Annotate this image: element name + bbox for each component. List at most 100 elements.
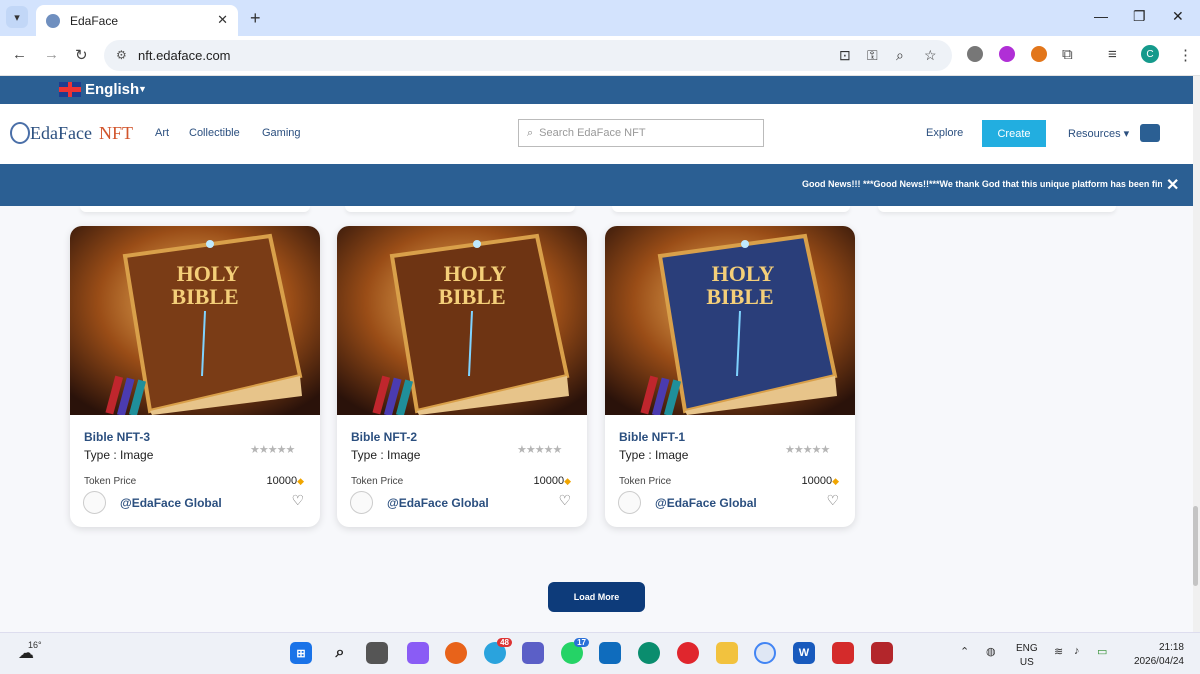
search-placeholder: Search EdaFace NFT bbox=[539, 127, 646, 139]
explore-link[interactable]: Explore bbox=[926, 127, 963, 139]
price-amount: 10000 bbox=[801, 475, 833, 487]
rating-stars[interactable]: ★★★★★ bbox=[517, 443, 562, 456]
brand-name[interactable]: EdaFace bbox=[30, 123, 92, 144]
site-header: EdaFace NFT Art Collectible Gaming ⌕ Sea… bbox=[0, 104, 1193, 164]
extensions-puzzle-icon[interactable]: ⧉ bbox=[1062, 46, 1073, 63]
create-button[interactable]: Create bbox=[982, 120, 1046, 147]
nft-image[interactable]: HOLY BIBLE bbox=[70, 226, 320, 415]
chrome-icon[interactable] bbox=[754, 642, 776, 664]
owner-avatar[interactable] bbox=[618, 491, 641, 514]
token-price-value: 10000◆ bbox=[801, 475, 839, 487]
battery-icon[interactable]: ▭ bbox=[1097, 645, 1107, 658]
nav-gaming[interactable]: Gaming bbox=[262, 127, 301, 139]
minimize-icon[interactable]: — bbox=[1094, 8, 1108, 24]
close-window-icon[interactable]: ✕ bbox=[1172, 8, 1184, 25]
browser-menu-icon[interactable]: ⋮ bbox=[1178, 46, 1193, 64]
word-icon[interactable]: W bbox=[793, 642, 815, 664]
clock-date: 2026/04/24 bbox=[1133, 656, 1184, 667]
heart-icon[interactable]: ♡ bbox=[291, 492, 304, 509]
restore-icon[interactable]: ❐ bbox=[1133, 8, 1146, 25]
rating-stars[interactable]: ★★★★★ bbox=[785, 443, 830, 456]
heart-icon[interactable]: ♡ bbox=[558, 492, 571, 509]
nft-card[interactable]: HOLY BIBLE Bible NFT-2 Type : Image ★★★★… bbox=[337, 226, 587, 527]
image-title-line1: HOLY bbox=[712, 261, 775, 286]
owner-avatar[interactable] bbox=[350, 491, 373, 514]
nft-image[interactable]: HOLY BIBLE bbox=[337, 226, 587, 415]
browser-tab[interactable]: EdaFace ✕ bbox=[36, 5, 238, 36]
address-toolbar: ← → ↻ ⚙ nft.edaface.com ⊡ ⚿ ⌕ ☆ ⧉ ≡ C ⋮ bbox=[0, 36, 1200, 76]
copilot-icon[interactable] bbox=[407, 642, 429, 664]
new-tab-button[interactable]: + bbox=[250, 8, 261, 29]
nft-title[interactable]: Bible NFT-1 bbox=[619, 430, 685, 444]
metamask-fox-icon[interactable] bbox=[1031, 46, 1047, 62]
tab-close-icon[interactable]: ✕ bbox=[217, 12, 228, 28]
nft-card[interactable]: HOLY BIBLE Bible NFT-3 Type : Image ★★★★… bbox=[70, 226, 320, 527]
load-more-button[interactable]: Load More bbox=[548, 582, 645, 612]
start-icon[interactable]: ⊞ bbox=[290, 642, 312, 664]
nft-type: Type : Image bbox=[619, 448, 689, 462]
owner-avatar[interactable] bbox=[83, 491, 106, 514]
nft-title[interactable]: Bible NFT-3 bbox=[84, 430, 150, 444]
nft-image[interactable]: HOLY BIBLE bbox=[605, 226, 855, 415]
bookmark-star-icon[interactable]: ☆ bbox=[924, 47, 937, 64]
card-bottom-edge bbox=[80, 206, 310, 212]
reload-icon[interactable]: ↻ bbox=[75, 46, 88, 64]
heart-icon[interactable]: ♡ bbox=[826, 492, 839, 509]
acrobat-icon[interactable] bbox=[832, 642, 854, 664]
owner-name[interactable]: @EdaFace Global bbox=[387, 496, 489, 510]
whatsapp-icon[interactable]: 17 bbox=[561, 638, 589, 664]
chevron-down-icon[interactable]: ▼ bbox=[138, 84, 147, 94]
token-price-label: Token Price bbox=[84, 476, 137, 487]
file-explorer-icon[interactable] bbox=[716, 642, 738, 664]
install-app-icon[interactable]: ⊡ bbox=[839, 47, 851, 64]
browser-tab-bar: ▾ EdaFace ✕ + — ❐ ✕ bbox=[0, 0, 1200, 36]
clock[interactable]: 21:18 2026/04/24 bbox=[1126, 641, 1184, 669]
outlook-icon[interactable] bbox=[599, 642, 621, 664]
forward-icon[interactable]: → bbox=[44, 46, 59, 63]
input-language[interactable]: ENG US bbox=[1016, 642, 1038, 670]
scrollbar-thumb[interactable] bbox=[1193, 506, 1198, 586]
nft-title[interactable]: Bible NFT-2 bbox=[351, 430, 417, 444]
site-info-icon[interactable]: ⚙ bbox=[116, 48, 127, 62]
rating-stars[interactable]: ★★★★★ bbox=[250, 443, 295, 456]
teams-icon[interactable] bbox=[522, 642, 544, 664]
nav-art[interactable]: Art bbox=[155, 127, 169, 139]
language-selector[interactable]: English bbox=[85, 81, 139, 98]
search-input[interactable]: ⌕ Search EdaFace NFT bbox=[518, 119, 764, 147]
show-hidden-icons-icon[interactable]: ⌃ bbox=[960, 645, 969, 658]
opera-icon[interactable] bbox=[677, 642, 699, 664]
language-bar: English ▼ bbox=[0, 76, 1193, 104]
profile-avatar[interactable]: C bbox=[1141, 45, 1159, 63]
nft-card[interactable]: HOLY BIBLE Bible NFT-1 Type : Image ★★★★… bbox=[605, 226, 855, 527]
url-bar[interactable]: ⚙ nft.edaface.com ⊡ ⚿ ⌕ ☆ bbox=[104, 40, 952, 71]
firefox-icon[interactable] bbox=[445, 642, 467, 664]
price-amount: 10000 bbox=[266, 475, 298, 487]
brand-suffix[interactable]: NFT bbox=[99, 123, 133, 144]
edaface-logo-icon[interactable] bbox=[10, 122, 30, 144]
card-bottom-edge bbox=[878, 206, 1116, 212]
search-taskbar-icon[interactable]: ⌕ bbox=[329, 642, 351, 664]
edge-icon[interactable] bbox=[638, 642, 660, 664]
scrollbar[interactable] bbox=[1193, 76, 1200, 632]
owner-name[interactable]: @EdaFace Global bbox=[655, 496, 757, 510]
owner-name[interactable]: @EdaFace Global bbox=[120, 496, 222, 510]
volume-icon[interactable]: ♪ bbox=[1074, 645, 1080, 657]
wifi-icon[interactable]: ≋ bbox=[1054, 645, 1063, 658]
extension-bug-icon[interactable] bbox=[967, 46, 983, 62]
resources-label: Resources bbox=[1068, 128, 1121, 140]
card-bottom-edge bbox=[345, 206, 575, 212]
tab-search-dropdown[interactable]: ▾ bbox=[6, 6, 28, 28]
media-control-icon[interactable]: ≡ bbox=[1108, 46, 1117, 63]
task-view-icon[interactable] bbox=[366, 642, 388, 664]
wallet-icon[interactable] bbox=[1140, 124, 1160, 142]
vpn-icon[interactable]: ◍ bbox=[986, 645, 996, 658]
nav-collectible[interactable]: Collectible bbox=[189, 127, 240, 139]
zoom-icon[interactable]: ⌕ bbox=[896, 47, 904, 64]
telegram-icon[interactable]: 48 bbox=[484, 638, 512, 664]
back-icon[interactable]: ← bbox=[12, 46, 27, 63]
pdf-editor-icon[interactable] bbox=[871, 642, 893, 664]
resources-menu[interactable]: Resources ▾ bbox=[1068, 127, 1129, 140]
close-icon[interactable]: ✕ bbox=[1166, 175, 1179, 195]
extension-purple-icon[interactable] bbox=[999, 46, 1015, 62]
password-key-icon[interactable]: ⚿ bbox=[867, 47, 878, 64]
